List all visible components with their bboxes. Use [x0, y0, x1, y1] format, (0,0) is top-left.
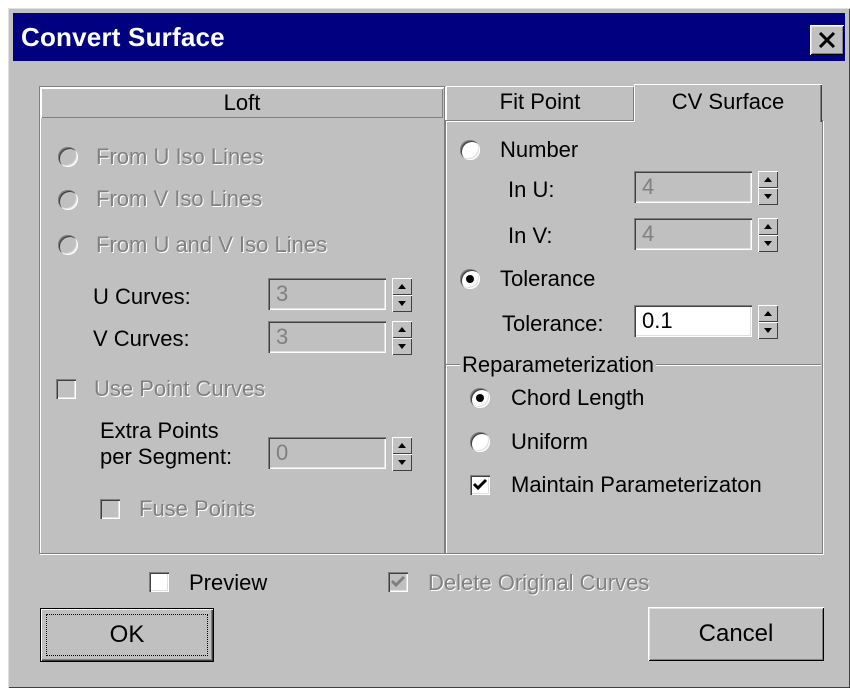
- ok-button[interactable]: OK: [40, 608, 214, 662]
- tab-cv-surface-label: CV Surface: [671, 89, 785, 114]
- from-v-iso-radio[interactable]: [58, 190, 78, 210]
- v-curves-down[interactable]: [392, 338, 412, 355]
- radio-selected-dot: [476, 394, 484, 402]
- in-u-up[interactable]: [758, 171, 778, 188]
- close-button[interactable]: [810, 25, 844, 55]
- arrow-down-icon: [398, 460, 406, 465]
- arrow-up-icon: [764, 224, 772, 229]
- uniform-radio[interactable]: [470, 432, 490, 452]
- v-curves-field[interactable]: 3: [268, 321, 386, 353]
- arrow-up-icon: [398, 284, 406, 289]
- maintain-param-checkbox[interactable]: [470, 475, 490, 495]
- fuse-points-label: Fuse Points: [139, 496, 256, 521]
- arrow-down-icon: [398, 344, 406, 349]
- convert-surface-dialog: Convert Surface Loft From U Iso Lines Fr…: [8, 8, 850, 688]
- from-v-iso-label: From V Iso Lines: [96, 186, 263, 211]
- tab-fit-point-label: Fit Point: [499, 89, 581, 114]
- checkmark-icon: [390, 575, 406, 588]
- arrow-up-icon: [398, 327, 406, 332]
- focus-rect: [46, 614, 208, 656]
- cancel-label: Cancel: [698, 620, 774, 647]
- from-uv-iso-label: From U and V Iso Lines: [96, 232, 328, 257]
- from-uv-iso-radio[interactable]: [58, 235, 78, 255]
- u-curves-field[interactable]: 3: [268, 278, 386, 310]
- in-u-down[interactable]: [758, 188, 778, 205]
- u-curves-down[interactable]: [392, 295, 412, 312]
- chord-length-radio[interactable]: [470, 388, 490, 408]
- use-point-curves-checkbox[interactable]: [56, 379, 76, 399]
- fuse-points-checkbox[interactable]: [100, 499, 120, 519]
- v-curves-label: V Curves:: [93, 326, 190, 351]
- checkmark-icon: [472, 478, 488, 491]
- tolerance-down[interactable]: [758, 322, 778, 339]
- tolerance-label: Tolerance:: [502, 311, 604, 336]
- cancel-button[interactable]: Cancel: [648, 607, 824, 661]
- arrow-down-icon: [764, 241, 772, 246]
- in-v-down[interactable]: [758, 235, 778, 252]
- close-icon: [818, 32, 836, 48]
- number-label: Number: [500, 137, 579, 162]
- window-title: Convert Surface: [21, 22, 225, 52]
- tolerance-radio[interactable]: [460, 269, 480, 289]
- extra-points-label-2: per Segment:: [100, 444, 233, 469]
- tab-fit-point[interactable]: Fit Point: [446, 86, 634, 120]
- delete-original-checkbox[interactable]: [388, 572, 408, 592]
- radio-selected-dot: [466, 275, 474, 283]
- loft-header: Loft: [41, 88, 443, 118]
- extra-points-label-1: Extra Points: [100, 418, 219, 443]
- extra-points-field[interactable]: 0: [268, 437, 386, 469]
- arrow-down-icon: [398, 301, 406, 306]
- maintain-param-label: Maintain Parameterizaton: [511, 472, 762, 497]
- in-v-label: In V:: [508, 223, 553, 248]
- reparam-legend: Reparameterization: [460, 352, 656, 378]
- delete-original-label: Delete Original Curves: [428, 570, 650, 595]
- number-radio[interactable]: [460, 140, 480, 160]
- tolerance-option-label: Tolerance: [500, 266, 596, 291]
- u-curves-label: U Curves:: [93, 284, 191, 309]
- use-point-curves-label: Use Point Curves: [94, 376, 266, 401]
- in-v-field[interactable]: 4: [634, 218, 752, 250]
- from-u-iso-label: From U Iso Lines: [96, 144, 264, 169]
- extra-points-up[interactable]: [392, 437, 412, 454]
- arrow-up-icon: [398, 443, 406, 448]
- uniform-label: Uniform: [511, 429, 589, 454]
- preview-label: Preview: [189, 570, 268, 595]
- tolerance-field[interactable]: 0.1: [634, 305, 752, 337]
- loft-header-label: Loft: [223, 90, 261, 115]
- from-u-iso-radio[interactable]: [58, 147, 78, 167]
- u-curves-up[interactable]: [392, 278, 412, 295]
- v-curves-up[interactable]: [392, 321, 412, 338]
- tab-cv-surface[interactable]: CV Surface: [634, 84, 822, 122]
- arrow-up-icon: [764, 177, 772, 182]
- title-bar: Convert Surface: [13, 13, 845, 61]
- tolerance-up[interactable]: [758, 305, 778, 322]
- extra-points-down[interactable]: [392, 454, 412, 471]
- in-u-label: In U:: [508, 177, 555, 202]
- arrow-down-icon: [764, 194, 772, 199]
- preview-checkbox[interactable]: [149, 572, 169, 592]
- in-v-up[interactable]: [758, 218, 778, 235]
- arrow-down-icon: [764, 328, 772, 333]
- in-u-field[interactable]: 4: [634, 171, 752, 203]
- arrow-up-icon: [764, 311, 772, 316]
- chord-length-label: Chord Length: [511, 385, 645, 410]
